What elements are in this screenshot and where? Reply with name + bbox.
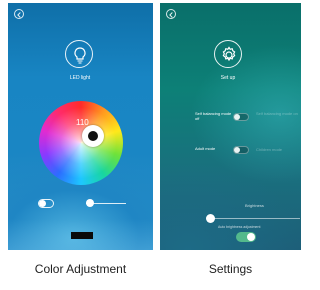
self-balancing-status: Self balancing mode on bbox=[256, 111, 298, 116]
color-adjustment-screen: LED light 110 bbox=[8, 3, 153, 250]
toggle-knob bbox=[234, 114, 240, 120]
color-wheel[interactable]: 110 bbox=[39, 101, 123, 185]
self-balancing-label: Self balancing mode off bbox=[195, 111, 232, 121]
bottom-bar bbox=[71, 232, 93, 239]
toggle-knob bbox=[247, 233, 255, 241]
back-icon[interactable] bbox=[166, 9, 176, 19]
adult-mode-status: Children mode bbox=[256, 147, 283, 152]
brightness-slider-track[interactable] bbox=[210, 218, 300, 219]
auto-brightness-label: Auto brightness adjustment bbox=[218, 225, 261, 229]
power-toggle[interactable] bbox=[38, 199, 54, 208]
brightness-slider-knob[interactable] bbox=[86, 199, 94, 207]
color-wheel-value: 110 bbox=[76, 118, 89, 127]
brightness-slider-knob[interactable] bbox=[206, 214, 215, 223]
auto-brightness-toggle[interactable] bbox=[236, 232, 256, 242]
color-wheel-knob[interactable] bbox=[82, 125, 104, 147]
adult-mode-toggle[interactable] bbox=[233, 146, 249, 154]
gear-icon bbox=[214, 40, 242, 68]
back-icon[interactable] bbox=[14, 9, 24, 19]
setup-label: Set up bbox=[220, 75, 236, 81]
caption-color-adjustment: Color Adjustment bbox=[34, 262, 127, 276]
settings-screen: Set up Self balancing mode off Self bala… bbox=[160, 3, 301, 250]
caption-settings: Settings bbox=[208, 262, 253, 276]
toggle-knob bbox=[39, 200, 46, 207]
lightbulb-icon bbox=[65, 40, 93, 68]
led-light-label: LED light bbox=[69, 75, 91, 81]
adult-mode-label: Adult mode bbox=[195, 146, 216, 151]
self-balancing-toggle[interactable] bbox=[233, 113, 249, 121]
toggle-knob bbox=[234, 147, 240, 153]
brightness-label: Brightness bbox=[245, 203, 264, 208]
